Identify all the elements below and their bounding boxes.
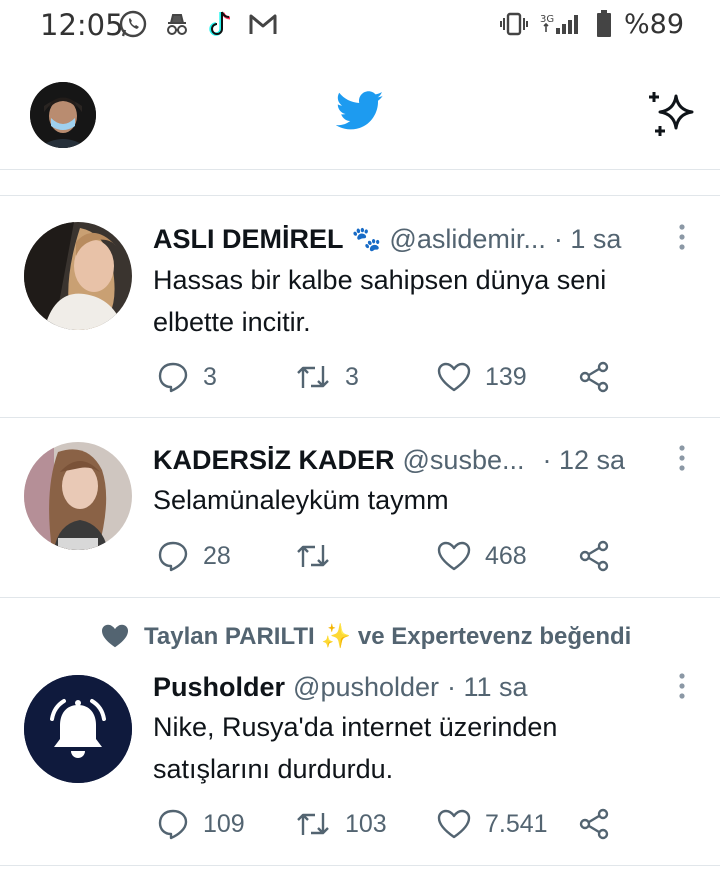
incognito-icon bbox=[167, 14, 187, 35]
retweet-icon bbox=[297, 813, 329, 835]
paw-emoji: 🐾 bbox=[351, 225, 382, 253]
tweet-timestamp[interactable]: · 12 sa bbox=[542, 445, 625, 476]
tweet-actions: 109 103 7.541 bbox=[153, 804, 623, 844]
tweet-author-name[interactable]: Pusholder bbox=[153, 672, 285, 703]
like-button[interactable]: 468 bbox=[437, 536, 527, 576]
reply-count: 3 bbox=[203, 362, 217, 391]
retweet-icon bbox=[297, 366, 329, 388]
notification-icons bbox=[118, 8, 278, 40]
like-button[interactable]: 7.541 bbox=[437, 804, 548, 844]
reply-count: 28 bbox=[203, 541, 231, 570]
like-button[interactable]: 139 bbox=[437, 357, 527, 397]
tweet-timestamp[interactable]: · 11 sa bbox=[447, 672, 528, 703]
tweet-avatar[interactable] bbox=[24, 675, 132, 783]
share-button[interactable] bbox=[577, 357, 611, 397]
retweet-icon bbox=[297, 545, 329, 567]
tweet-timestamp[interactable]: · 1 sa bbox=[554, 224, 622, 255]
status-time: 12:05 bbox=[40, 8, 124, 42]
tweet-text-line: Nike, Rusya'da internet üzerinden bbox=[153, 712, 558, 742]
whatsapp-icon bbox=[119, 10, 147, 38]
tweet-author-handle[interactable]: @pusholder bbox=[293, 672, 439, 703]
battery-percent: %89 bbox=[623, 8, 684, 40]
share-button[interactable] bbox=[577, 804, 611, 844]
tweet-actions: 3 3 139 bbox=[153, 357, 623, 397]
heart-icon bbox=[437, 541, 471, 571]
twitter-bird-icon[interactable] bbox=[336, 90, 384, 132]
more-options-icon[interactable] bbox=[678, 444, 686, 472]
more-options-icon[interactable] bbox=[678, 672, 686, 700]
tweet[interactable]: ASLI DEMİREL 🐾 @aslidemir... · 1 sa Hass… bbox=[0, 197, 720, 418]
tweet-author-name[interactable]: KADERSİZ KADER bbox=[153, 445, 395, 476]
share-button[interactable] bbox=[577, 536, 611, 576]
avatar bbox=[24, 442, 132, 550]
like-count: 468 bbox=[485, 541, 527, 570]
reply-icon bbox=[158, 809, 188, 840]
tweet-author-handle[interactable]: @susbe... bbox=[403, 445, 525, 476]
status-bar: 12:05 3G %89 bbox=[0, 0, 720, 52]
retweet-button[interactable]: 103 bbox=[295, 804, 387, 844]
reply-button[interactable]: 28 bbox=[157, 536, 231, 576]
social-context-text: Taylan PARILTI ✨ ve Expertevenz beğendi bbox=[144, 622, 632, 650]
tweet-header: KADERSİZ KADER @susbe... · 12 sa bbox=[153, 440, 656, 480]
reply-icon bbox=[158, 362, 188, 393]
tweet-text-line: elbette incitir. bbox=[153, 307, 311, 337]
heart-filled-icon bbox=[102, 624, 128, 648]
gmail-icon bbox=[249, 14, 277, 34]
tweet-avatar[interactable] bbox=[24, 222, 132, 330]
tweet-header: Pusholder @pusholder · 11 sa bbox=[153, 667, 656, 707]
profile-avatar-button[interactable] bbox=[30, 82, 96, 148]
tweet-text: Nike, Rusya'da internet üzerinden satışl… bbox=[153, 706, 680, 790]
battery-icon bbox=[596, 10, 611, 37]
share-icon bbox=[579, 808, 609, 840]
reply-icon bbox=[158, 541, 188, 572]
sparkle-icon[interactable] bbox=[646, 90, 696, 140]
like-count: 7.541 bbox=[485, 809, 548, 838]
tweet-avatar[interactable] bbox=[24, 442, 132, 550]
heart-icon bbox=[437, 809, 471, 839]
share-icon bbox=[579, 361, 609, 393]
retweet-button[interactable]: 3 bbox=[295, 357, 359, 397]
top-app-bar bbox=[0, 52, 720, 170]
next-tweet-edge bbox=[0, 866, 720, 891]
avatar bbox=[24, 222, 132, 330]
reply-button[interactable]: 109 bbox=[157, 804, 245, 844]
reply-button[interactable]: 3 bbox=[157, 357, 217, 397]
tiktok-icon bbox=[209, 11, 231, 36]
bell-icon bbox=[24, 675, 132, 783]
retweet-button[interactable] bbox=[295, 536, 345, 576]
system-icons: 3G %89 bbox=[499, 8, 684, 40]
previous-tweet-edge bbox=[0, 170, 720, 196]
share-icon bbox=[579, 540, 609, 572]
tweet-text-line: satışlarını durdurdu. bbox=[153, 754, 394, 784]
signal-icon: 3G bbox=[540, 14, 578, 34]
more-options-icon[interactable] bbox=[678, 223, 686, 251]
like-count: 139 bbox=[485, 362, 527, 391]
heart-icon bbox=[437, 362, 471, 392]
avatar bbox=[30, 82, 96, 148]
tweet-text: Selamünaleyküm taymm bbox=[153, 479, 680, 521]
tweet-text: Hassas bir kalbe sahipsen dünya seni elb… bbox=[153, 259, 680, 343]
tweet-text-line: Hassas bir kalbe sahipsen dünya seni bbox=[153, 265, 607, 295]
tweet-author-name[interactable]: ASLI DEMİREL bbox=[153, 224, 344, 255]
tweet[interactable]: KADERSİZ KADER @susbe... · 12 sa Selamün… bbox=[0, 418, 720, 598]
tweet-text-line: Selamünaleyküm taymm bbox=[153, 485, 449, 515]
svg-text:3G: 3G bbox=[540, 14, 554, 25]
tweet-author-handle[interactable]: @aslidemir... bbox=[389, 224, 545, 255]
tweet-actions: 28 468 bbox=[153, 536, 623, 576]
vibrate-icon bbox=[499, 12, 528, 36]
retweet-count: 3 bbox=[345, 362, 359, 391]
tweet-header: ASLI DEMİREL 🐾 @aslidemir... · 1 sa bbox=[153, 219, 656, 259]
reply-count: 109 bbox=[203, 809, 245, 838]
retweet-count: 103 bbox=[345, 809, 387, 838]
social-context[interactable]: Taylan PARILTI ✨ ve Expertevenz beğendi bbox=[100, 618, 631, 654]
